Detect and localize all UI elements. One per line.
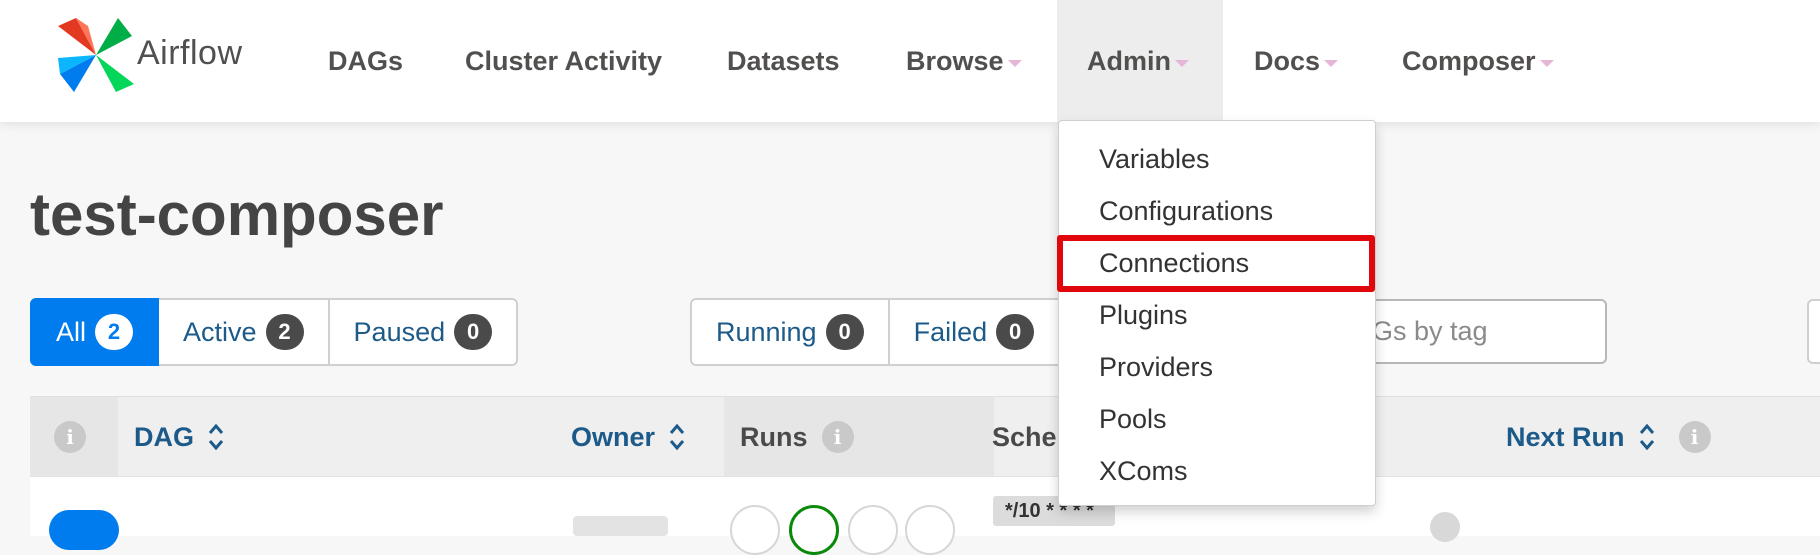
filter-all-label: All (56, 316, 87, 347)
top-navbar: Airflow DAGs Cluster Activity Datasets B… (0, 0, 1820, 122)
tag-filter-placeholder: Gs by tag (1372, 316, 1488, 346)
dag-table-header: i DAG Owner Runs i Sche Next Run i (30, 396, 1820, 477)
filter-active-button[interactable]: Active 2 (159, 298, 330, 366)
filter-failed-count-badge: 0 (996, 314, 1035, 350)
brand-name[interactable]: Airflow (137, 34, 243, 73)
nav-admin[interactable]: Admin (1087, 0, 1189, 122)
chevron-down-icon (1324, 59, 1339, 67)
nav-composer[interactable]: Composer (1402, 0, 1554, 122)
nav-cluster-activity[interactable]: Cluster Activity (465, 0, 662, 122)
filter-all-count-badge: 2 (95, 314, 134, 350)
header-next-run-label: Next Run (1506, 421, 1625, 452)
sort-icon (208, 423, 224, 451)
menu-item-xcoms[interactable]: XComs (1099, 451, 1188, 491)
run-state-circle[interactable] (905, 505, 955, 555)
header-runs: Runs i (740, 397, 854, 477)
dag-pause-toggle[interactable] (49, 510, 119, 550)
filter-active-label: Active (183, 316, 257, 347)
run-state-circle[interactable] (730, 505, 780, 555)
info-icon[interactable]: i (54, 421, 86, 453)
page-title: test-composer (30, 181, 444, 248)
menu-item-configurations[interactable]: Configurations (1099, 191, 1273, 231)
filter-paused-label: Paused (353, 316, 446, 347)
info-icon[interactable]: i (1678, 421, 1711, 453)
owner-chip[interactable] (573, 516, 668, 536)
filter-running-label: Running (716, 316, 817, 347)
chevron-down-icon (1175, 59, 1189, 67)
filter-active-count-badge: 2 (265, 314, 304, 350)
nav-dags[interactable]: DAGs (328, 0, 403, 122)
menu-item-variables[interactable]: Variables (1099, 139, 1210, 179)
sort-icon (1639, 423, 1654, 451)
sort-icon (669, 423, 685, 451)
airflow-logo-icon[interactable] (58, 18, 134, 92)
info-icon[interactable]: i (821, 421, 854, 453)
filter-all-button[interactable]: All 2 (30, 298, 160, 366)
header-next-run[interactable]: Next Run i (1506, 397, 1711, 477)
admin-dropdown-menu: Variables Configurations Connections Plu… (1058, 120, 1376, 506)
run-state-filter-group: Running 0 Failed 0 (690, 298, 1077, 366)
filter-running-button[interactable]: Running 0 (690, 298, 890, 366)
chevron-down-icon (1007, 59, 1022, 67)
nav-datasets[interactable]: Datasets (727, 0, 840, 122)
header-owner-label: Owner (571, 421, 656, 452)
nav-docs-label: Docs (1254, 45, 1321, 76)
header-dag[interactable]: DAG (134, 397, 224, 477)
header-schedule-label: Sche (992, 421, 1057, 452)
header-dag-label: DAG (134, 421, 194, 452)
filter-failed-label: Failed (913, 316, 988, 347)
filter-paused-count-badge: 0 (454, 314, 493, 350)
header-owner[interactable]: Owner (571, 397, 685, 477)
header-info: i (54, 397, 86, 477)
run-state-circle-success[interactable] (789, 505, 839, 555)
search-dags-input[interactable] (1807, 299, 1820, 364)
nav-datasets-label: Datasets (727, 45, 840, 76)
menu-item-connections[interactable]: Connections (1099, 243, 1249, 283)
menu-item-plugins[interactable]: Plugins (1099, 295, 1188, 335)
filter-failed-button[interactable]: Failed 0 (889, 298, 1077, 366)
nav-admin-label: Admin (1087, 45, 1171, 76)
status-filter-group: All 2 Active 2 Paused 0 (30, 298, 519, 366)
nav-dags-label: DAGs (328, 45, 404, 76)
info-icon[interactable] (1430, 512, 1460, 542)
run-state-circle[interactable] (848, 505, 898, 555)
nav-composer-label: Composer (1402, 45, 1536, 76)
nav-browse[interactable]: Browse (906, 0, 1022, 122)
filter-running-count-badge: 0 (825, 314, 864, 350)
header-schedule[interactable]: Sche (992, 397, 1057, 477)
nav-docs[interactable]: Docs (1254, 0, 1339, 122)
chevron-down-icon (1539, 59, 1554, 67)
nav-cluster-activity-label: Cluster Activity (465, 45, 663, 76)
nav-browse-label: Browse (906, 45, 1004, 76)
menu-item-pools[interactable]: Pools (1099, 399, 1167, 439)
menu-item-providers[interactable]: Providers (1099, 347, 1213, 387)
header-runs-label: Runs (740, 421, 808, 452)
filter-paused-button[interactable]: Paused 0 (329, 298, 519, 366)
